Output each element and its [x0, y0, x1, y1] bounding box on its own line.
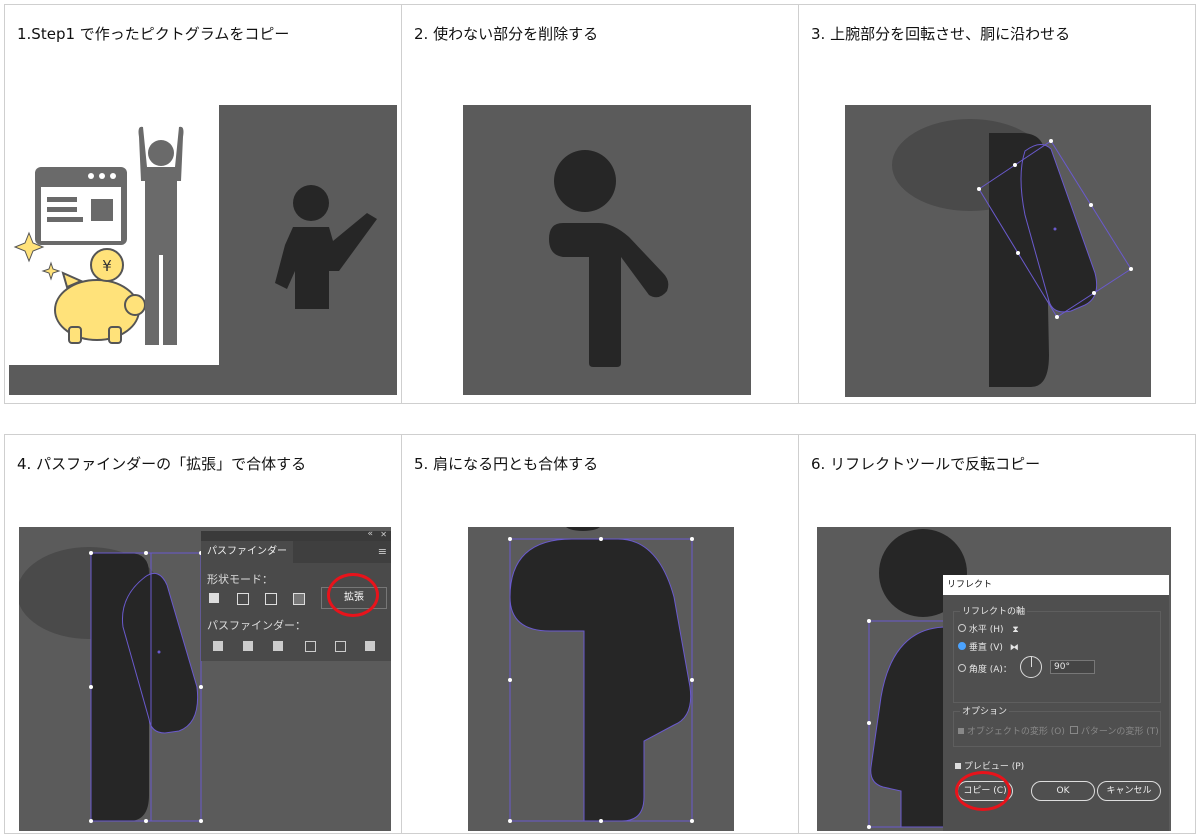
transform-patterns-checkbox[interactable] — [1070, 726, 1078, 734]
vertical-radio[interactable] — [958, 642, 966, 650]
yen-symbol: ¥ — [102, 257, 112, 275]
close-icon[interactable]: ✕ — [380, 530, 387, 539]
ok-button[interactable]: OK — [1031, 781, 1095, 801]
panel-tab-bar: パスファインダー ≡ — [201, 541, 391, 563]
transform-patterns-option[interactable]: パターンの変形 (T) — [1070, 724, 1159, 737]
exclude-icon[interactable] — [293, 593, 305, 605]
horizontal-radio[interactable] — [958, 624, 966, 632]
cancel-button[interactable]: キャンセル — [1097, 781, 1161, 801]
divide-icon[interactable] — [213, 641, 223, 651]
step-4-caption: 4. パスファインダーの「拡張」で合体する — [17, 455, 307, 473]
transform-objects-checkbox[interactable] — [958, 728, 964, 734]
step-3-cell: 3. 上腕部分を回転させ、胴に沿わせる — [798, 4, 1196, 404]
angle-dial-icon[interactable] — [1020, 656, 1042, 678]
shape-modes-label: 形状モード： — [207, 573, 273, 586]
unite-icon[interactable] — [209, 593, 219, 603]
preview-option[interactable]: プレビュー (P) — [955, 759, 1024, 772]
intersect-icon[interactable] — [265, 593, 277, 605]
original-pictogram-illustration: ¥ — [13, 126, 184, 345]
step-5-canvas — [468, 527, 734, 831]
horizontal-option[interactable]: 水平 (H) ⧗ — [958, 622, 1019, 635]
waving-pictogram — [275, 185, 377, 309]
angle-option[interactable]: 角度 (A)： — [958, 662, 1012, 675]
options-label: オプション — [960, 704, 1010, 717]
step-6-cell: 6. リフレクトツールで反転コピー リフレクト リフレクトの軸 水平 (H) ⧗… — [798, 434, 1196, 834]
angle-input[interactable]: 90° — [1050, 660, 1095, 674]
panel-header-bar: « ✕ — [201, 529, 391, 541]
step-1-cell: 1.Step1 で作ったピクトグラムをコピー ¥ — [4, 4, 402, 404]
reflect-dialog: リフレクト リフレクトの軸 水平 (H) ⧗ 垂直 (V) ⧓ 角度 (A)： — [943, 575, 1169, 831]
minus-front-icon[interactable] — [237, 593, 249, 605]
copy-highlight-circle — [955, 771, 1011, 811]
step-5-caption: 5. 肩になる円とも合体する — [414, 455, 599, 473]
step-2-cell: 2. 使わない部分を削除する — [401, 4, 799, 404]
step-5-cell: 5. 肩になる円とも合体する — [401, 434, 799, 834]
preview-checkbox[interactable] — [955, 763, 961, 769]
step-2-canvas — [463, 105, 751, 395]
transform-objects-option[interactable]: オブジェクトの変形 (O) — [958, 724, 1065, 737]
artboard: ¥ — [9, 105, 219, 365]
step-3-caption: 3. 上腕部分を回転させ、胴に沿わせる — [811, 25, 1071, 43]
outline-icon[interactable] — [335, 641, 346, 652]
step-6-caption: 6. リフレクトツールで反転コピー — [811, 455, 1041, 473]
horizontal-label: 水平 (H) — [968, 625, 1004, 635]
vertical-axis-icon: ⧓ — [1009, 643, 1019, 653]
trim-icon[interactable] — [243, 641, 253, 651]
axis-group: リフレクトの軸 水平 (H) ⧗ 垂直 (V) ⧓ 角度 (A)： 90° — [953, 604, 1161, 703]
merge-icon[interactable] — [273, 641, 283, 651]
rotated-arm-illustration — [892, 119, 1133, 387]
minus-back-icon[interactable] — [365, 641, 375, 651]
angle-radio[interactable] — [958, 664, 966, 672]
expand-highlight-circle — [327, 573, 379, 617]
merged-shoulder-shape — [508, 527, 694, 823]
step-1-canvas: ¥ — [9, 105, 397, 395]
horizontal-axis-icon: ⧗ — [1012, 625, 1019, 635]
step-4-cell: 4. パスファインダーの「拡張」で合体する « ✕ パスファインダー ≡ 形状モ… — [4, 434, 402, 834]
dialog-title: リフレクト — [943, 575, 1169, 595]
crop-icon[interactable] — [305, 641, 316, 652]
panel-menu-icon[interactable]: ≡ — [378, 545, 387, 558]
axis-label: リフレクトの軸 — [960, 604, 1028, 617]
tab-pathfinder[interactable]: パスファインダー — [201, 541, 293, 563]
step-3-canvas — [845, 105, 1151, 397]
pathfinders-label: パスファインダー： — [207, 619, 306, 632]
options-group: オプション オブジェクトの変形 (O) パターンの変形 (T) — [953, 704, 1161, 747]
preview-label: プレビュー (P) — [963, 762, 1025, 772]
step-4-canvas: « ✕ パスファインダー ≡ 形状モード： 拡張 パスファインダー： — [19, 527, 391, 831]
collapse-icon[interactable]: « — [367, 529, 373, 539]
pathfinder-panel: « ✕ パスファインダー ≡ 形状モード： 拡張 パスファインダー： — [201, 529, 391, 661]
step-1-caption: 1.Step1 で作ったピクトグラムをコピー — [17, 25, 290, 43]
transform-patterns-label: パターンの変形 (T) — [1080, 727, 1159, 737]
vertical-option[interactable]: 垂直 (V) ⧓ — [958, 640, 1019, 653]
vertical-label: 垂直 (V) — [968, 643, 1003, 653]
step-2-caption: 2. 使わない部分を削除する — [414, 25, 599, 43]
trimmed-pictogram — [549, 150, 669, 367]
transform-objects-label: オブジェクトの変形 (O) — [966, 727, 1065, 737]
step-6-canvas: リフレクト リフレクトの軸 水平 (H) ⧗ 垂直 (V) ⧓ 角度 (A)： — [817, 527, 1171, 831]
angle-label: 角度 (A)： — [968, 665, 1012, 675]
